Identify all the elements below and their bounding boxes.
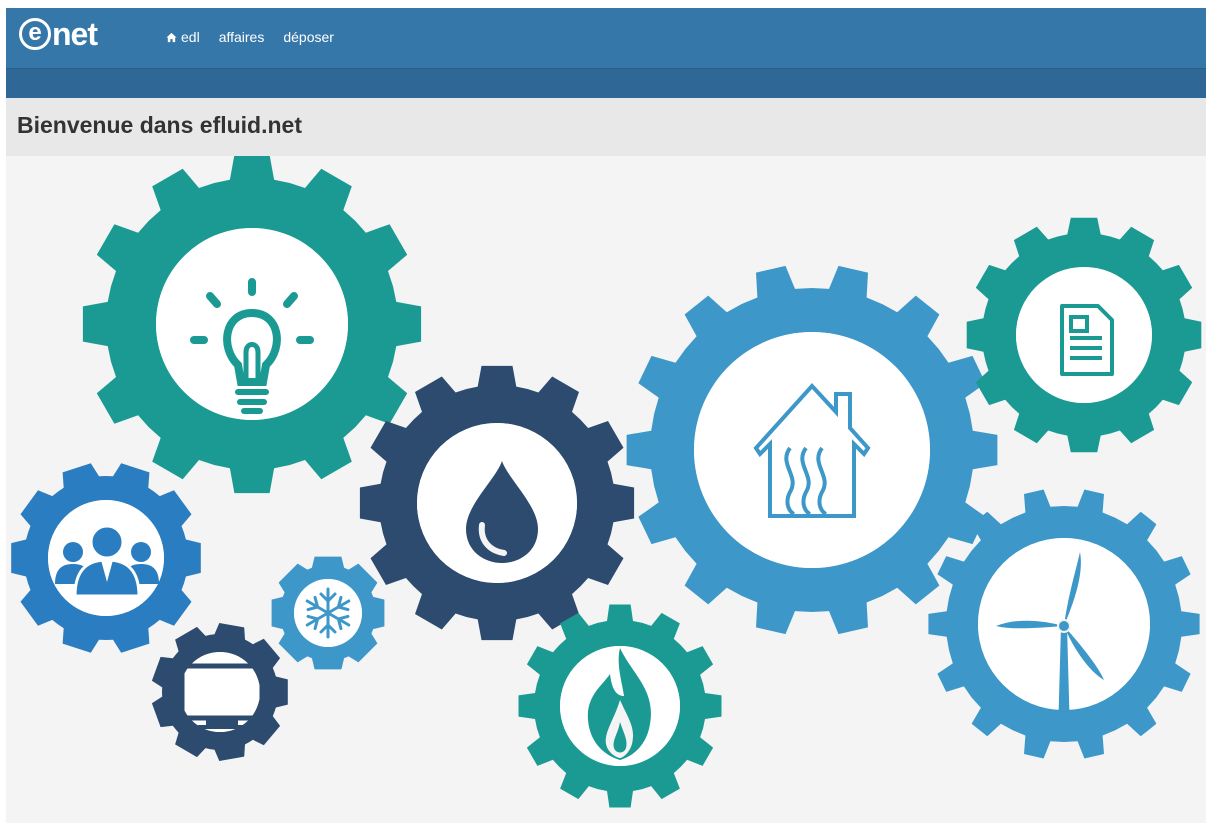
secondary-bar [6,68,1206,99]
top-navigation-bar: e net edl affaires déposer [6,8,1206,99]
app-frame: e net edl affaires déposer Bienvenue dan… [6,8,1206,823]
nav-row: e net edl affaires déposer [6,8,1206,68]
nav-item-edl[interactable]: edl [166,29,200,45]
main-nav: edl affaires déposer [166,29,353,45]
logo-wordmark: net [52,16,98,52]
nav-item-label: edl [181,29,200,45]
enet-logo[interactable]: e net [19,14,98,54]
nav-item-affaires[interactable]: affaires [219,29,265,45]
house-heating-gear-center [694,332,930,568]
hero-illustration [6,154,1206,823]
nav-item-label: déposer [283,29,334,45]
logo-circle-e: e [19,18,51,50]
home-icon [166,32,177,42]
page-title: Bienvenue dans efluid.net [17,112,302,138]
document-gear-center [1016,267,1152,403]
nav-item-label: affaires [218,29,265,45]
page-header: Bienvenue dans efluid.net [6,98,1206,156]
nav-item-deposer[interactable]: déposer [283,29,334,45]
gears-illustration [11,154,1202,808]
